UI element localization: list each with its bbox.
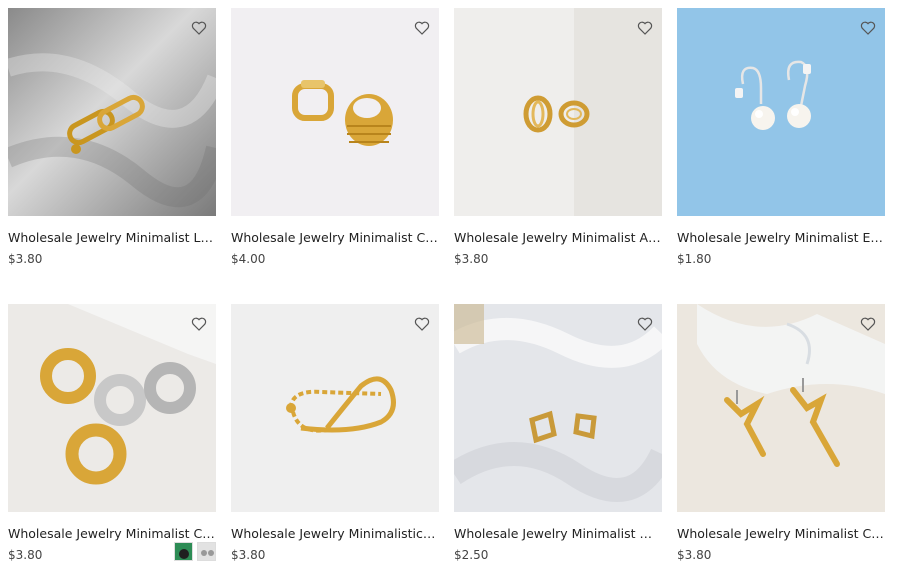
product-price: $3.80 <box>454 252 489 266</box>
product-price: $3.80 <box>231 548 266 562</box>
product-image[interactable] <box>677 8 885 216</box>
heart-icon[interactable] <box>191 316 207 332</box>
product-image[interactable] <box>231 304 439 512</box>
product-title[interactable]: Wholesale Jewelry Minimalistic Gold... <box>231 526 439 542</box>
product-title[interactable]: Wholesale Jewelry Minimalist Chun... <box>231 230 439 246</box>
product-price: $1.80 <box>677 252 712 266</box>
product-price: $2.50 <box>454 548 489 562</box>
product-title[interactable]: Wholesale Jewelry Minimalist Chic ... <box>677 526 885 542</box>
product-image[interactable] <box>454 8 662 216</box>
product-title[interactable]: Wholesale Jewelry Minimalist Circul... <box>8 526 216 542</box>
heart-icon[interactable] <box>860 20 876 36</box>
product-price: $3.80 <box>8 252 43 266</box>
heart-icon[interactable] <box>637 20 653 36</box>
product-image[interactable] <box>677 304 885 512</box>
product-image[interactable] <box>8 304 216 512</box>
heart-icon[interactable] <box>414 20 430 36</box>
heart-icon[interactable] <box>860 316 876 332</box>
product-price: $4.00 <box>231 252 266 266</box>
heart-icon[interactable] <box>414 316 430 332</box>
product-title[interactable]: Wholesale Jewelry Minimalist Anniv... <box>454 230 662 246</box>
product-image[interactable] <box>8 8 216 216</box>
product-price: $3.80 <box>677 548 712 562</box>
swatch-gold[interactable] <box>174 542 193 561</box>
product-image[interactable] <box>454 304 662 512</box>
product-title[interactable]: Wholesale Jewelry Minimalist Elega... <box>677 230 885 246</box>
swatch-silver[interactable] <box>197 542 216 561</box>
product-title[interactable]: Wholesale Jewelry Minimalist Matte... <box>454 526 662 542</box>
product-price: $3.80 <box>8 548 43 562</box>
heart-icon[interactable] <box>191 20 207 36</box>
product-image[interactable] <box>231 8 439 216</box>
color-swatches <box>174 542 216 561</box>
product-title[interactable]: Wholesale Jewelry Minimalist Link C... <box>8 230 216 246</box>
heart-icon[interactable] <box>637 316 653 332</box>
